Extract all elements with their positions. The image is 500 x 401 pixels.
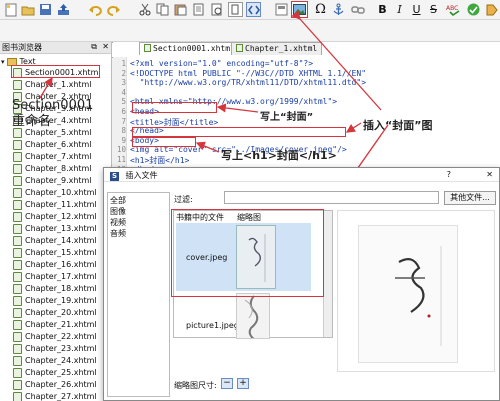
thumb-size-label: 缩略图尺寸: (174, 381, 217, 390)
other-files-button[interactable]: 其他文件... (444, 191, 496, 205)
category-video[interactable]: 视频 (110, 217, 126, 228)
cover-preview-image (358, 225, 458, 363)
highlight-cover-file (171, 209, 324, 297)
category-list: 全部 图像 视频 音频 (107, 192, 170, 397)
dialog-titlebar: S 插入文件 ? ✕ (104, 168, 499, 182)
insert-file-dialog: S 插入文件 ? ✕ 全部 图像 视频 音频 过滤: 其他文件... 书籍中的文… (103, 167, 500, 401)
close-button[interactable]: ✕ (486, 170, 493, 179)
category-images[interactable]: 图像 (110, 206, 126, 217)
category-all[interactable]: 全部 (110, 195, 126, 206)
dialog-title: 插入文件 (125, 171, 158, 180)
category-audio[interactable]: 音频 (110, 228, 126, 239)
grid-scrollbar[interactable] (323, 211, 332, 337)
file-name-picture1[interactable]: picture1.jpeg (186, 321, 239, 330)
preview-panel (337, 210, 495, 372)
sigil-app-icon: S (110, 172, 119, 181)
help-button[interactable]: ? (447, 170, 451, 179)
filter-input[interactable] (224, 191, 439, 204)
thumb-shrink-button[interactable]: − (221, 378, 233, 389)
picture1-thumbnail (236, 293, 270, 339)
filter-label: 过滤: (174, 195, 193, 204)
thumb-grow-button[interactable]: + (237, 378, 249, 389)
